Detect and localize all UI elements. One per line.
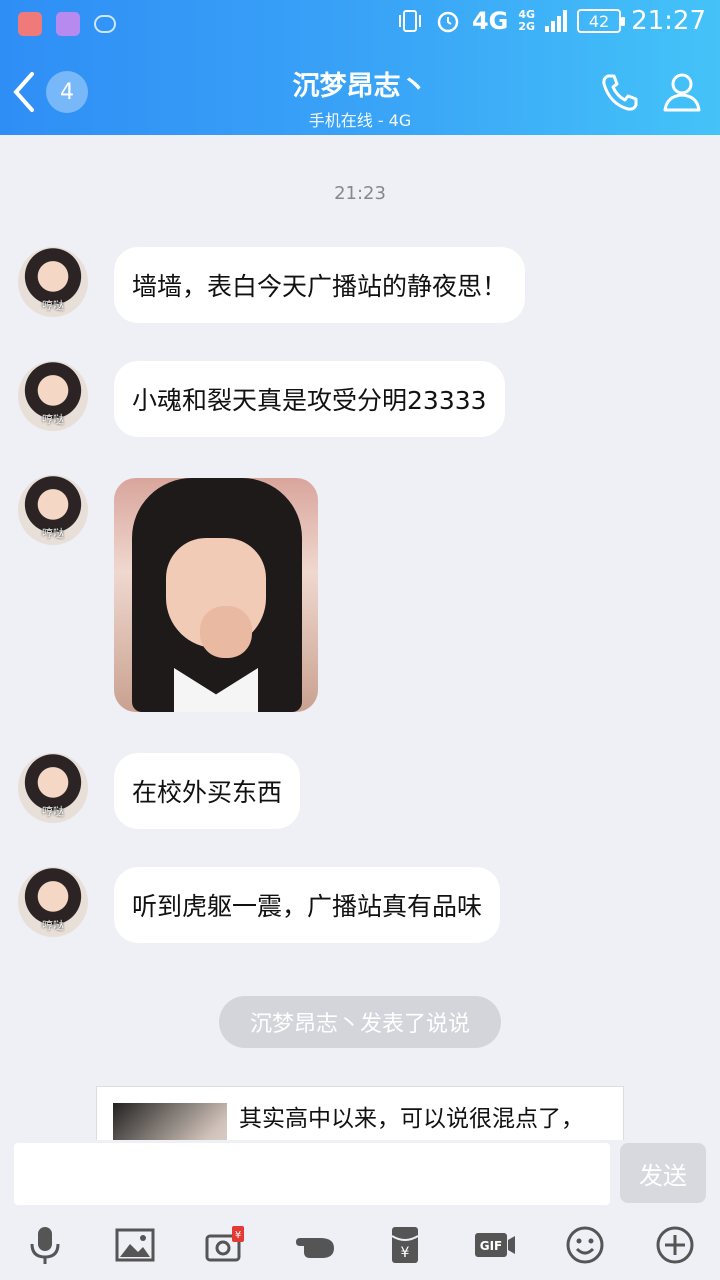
album-button[interactable] — [112, 1222, 158, 1268]
red-packet-button[interactable]: ¥ — [382, 1222, 428, 1268]
gif-button[interactable]: GIF — [472, 1222, 518, 1268]
phone-icon — [602, 74, 638, 111]
unread-badge: 4 — [46, 71, 88, 113]
signal-icon — [545, 10, 568, 32]
clock: 21:27 — [631, 6, 706, 36]
gif-icon: GIF — [475, 1233, 515, 1257]
chat-header: 4 沉梦昂志丶 手机在线 - 4G — [0, 50, 720, 135]
shared-post-card[interactable]: 其实高中以来，可以说很混点了， — [96, 1086, 624, 1140]
camera-redpacket-icon: ¥ — [205, 1226, 244, 1262]
avatar[interactable]: 哼哒 — [18, 867, 88, 937]
avatar[interactable]: 哼哒 — [18, 475, 88, 545]
avatar[interactable]: 哼哒 — [18, 247, 88, 317]
title-area[interactable]: 沉梦昂志丶 手机在线 - 4G — [160, 64, 560, 131]
red-packet-icon: ¥ — [391, 1227, 419, 1263]
message-bubble[interactable]: 听到虎躯一震，广播站真有品味 — [114, 867, 501, 943]
input-bar: 发送 — [0, 1140, 720, 1212]
poke-icon — [296, 1238, 334, 1258]
dual-network: 4G 2G — [518, 9, 535, 33]
emoji-icon — [566, 1226, 604, 1264]
message-bubble[interactable]: 在校外买东西 — [114, 753, 301, 829]
send-button[interactable]: 发送 — [620, 1143, 706, 1203]
avatar[interactable]: 哼哒 — [18, 361, 88, 431]
top-bar: 4G 4G 2G 42 21:27 4 沉梦昂志丶 手机在线 - 4G — [0, 0, 720, 135]
avatar-caption: 哼哒 — [42, 805, 64, 818]
call-button[interactable] — [598, 70, 642, 114]
battery-icon: 42 — [577, 9, 626, 33]
network-small-bottom: 2G — [518, 20, 536, 33]
message-input[interactable] — [14, 1143, 610, 1205]
online-status: 手机在线 - 4G — [308, 111, 412, 130]
chat-area[interactable]: 21:23 哼哒 墙墙，表白今天广播站的静夜思！ 哼哒 小魂和裂天真是攻受分明2… — [0, 135, 720, 1140]
post-text: 其实高中以来，可以说很混点了， — [239, 1106, 584, 1132]
notification-app-icon — [18, 12, 42, 36]
image-message[interactable] — [114, 478, 318, 712]
svg-text:GIF: GIF — [480, 1239, 503, 1253]
photo-hand — [200, 606, 252, 658]
chevron-left-icon — [13, 72, 34, 112]
avatar-caption: 哼哒 — [42, 299, 64, 312]
plus-icon — [656, 1226, 694, 1264]
avatar-caption: 哼哒 — [42, 527, 64, 540]
back-button[interactable]: 4 — [10, 68, 100, 116]
camera-button[interactable]: ¥ — [202, 1222, 248, 1268]
svg-text:¥: ¥ — [401, 1245, 410, 1261]
alarm-icon — [437, 11, 459, 33]
image-icon — [115, 1228, 155, 1262]
avatar-caption: 哼哒 — [42, 919, 64, 932]
svg-text:¥: ¥ — [235, 1230, 241, 1241]
contact-name: 沉梦昂志丶 — [292, 71, 428, 102]
emoji-button[interactable] — [562, 1222, 608, 1268]
mic-icon — [30, 1227, 60, 1264]
timestamp: 21:23 — [334, 183, 386, 204]
vibrate-icon — [398, 10, 421, 32]
avatar-caption: 哼哒 — [42, 413, 64, 426]
profile-button[interactable] — [660, 70, 704, 114]
bottom-toolbar: ¥ ¥ GIF — [0, 1212, 720, 1280]
chat-bubble-icon — [94, 15, 116, 33]
status-bar: 4G 4G 2G 42 21:27 — [0, 0, 720, 50]
person-icon — [663, 73, 701, 112]
network-type: 4G — [471, 7, 509, 35]
poke-button[interactable] — [292, 1222, 338, 1268]
message-bubble[interactable]: 小魂和裂天真是攻受分明23333 — [114, 361, 505, 437]
battery-level: 42 — [588, 11, 610, 31]
system-notice[interactable]: 沉梦昂志丶发表了说说 — [219, 996, 501, 1048]
gallery-notification-icon — [56, 12, 80, 36]
voice-button[interactable] — [22, 1222, 68, 1268]
message-bubble[interactable]: 墙墙，表白今天广播站的静夜思！ — [114, 247, 526, 323]
post-thumbnail — [113, 1103, 227, 1140]
avatar[interactable]: 哼哒 — [18, 753, 88, 823]
more-button[interactable] — [652, 1222, 698, 1268]
